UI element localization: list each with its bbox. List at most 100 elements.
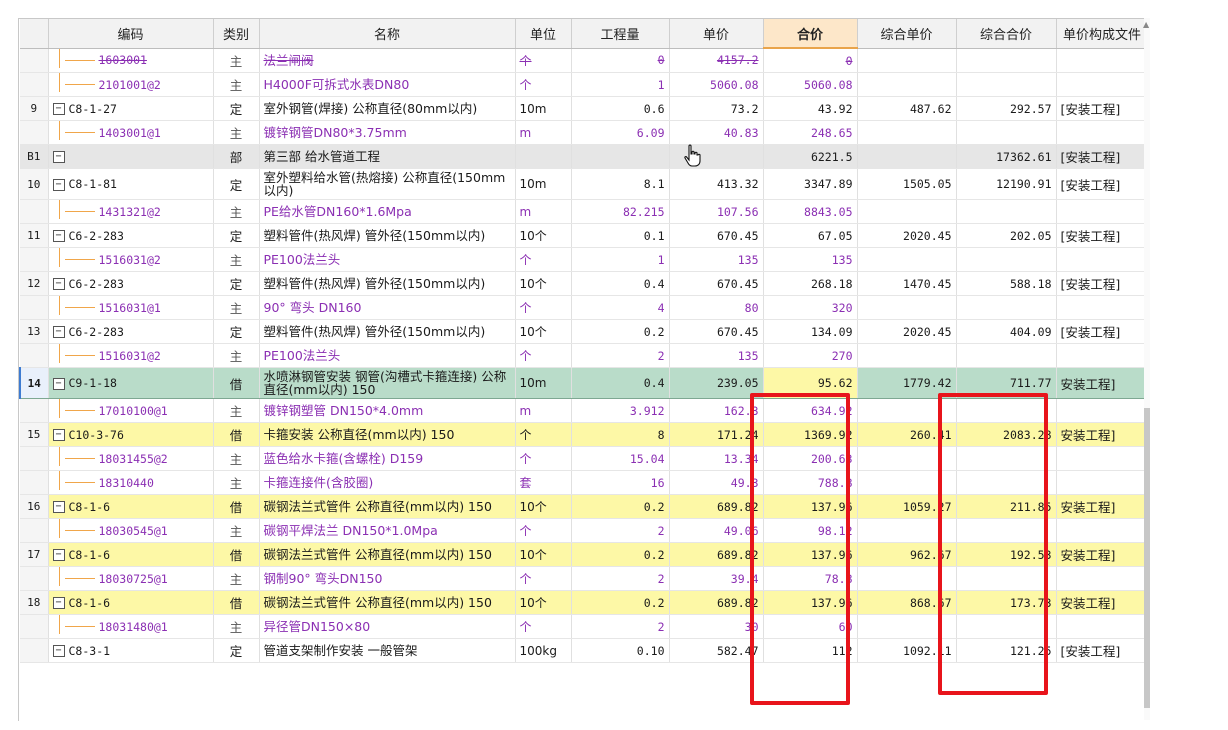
cell-category[interactable]: 主 — [213, 566, 260, 591]
material-row[interactable]: 1516031@2 主 PE100法兰头个 1 135 135 — [20, 247, 1149, 272]
cell-code[interactable]: − C6-2-283 — [48, 223, 214, 248]
cell-rownum[interactable] — [20, 72, 49, 97]
cell-rownum[interactable] — [20, 247, 49, 272]
cell-quantity[interactable]: 15.04 — [571, 446, 670, 471]
cell-unit-price[interactable]: 40.83 — [669, 120, 764, 145]
header-total-price[interactable]: 合价 — [763, 19, 858, 49]
cell-code[interactable]: 1431321@2 — [48, 199, 214, 224]
cell-rownum[interactable]: 9 — [20, 96, 49, 121]
cell-price-file[interactable] — [1056, 120, 1149, 145]
cell-unit[interactable]: 个 — [515, 518, 572, 543]
minus-square-icon[interactable]: − — [52, 549, 65, 561]
cell-composite-unit-price[interactable] — [857, 398, 957, 423]
cell-rownum[interactable] — [20, 295, 49, 320]
cell-composite-total[interactable] — [956, 295, 1057, 320]
cell-category[interactable]: 定 — [213, 223, 260, 248]
cell-composite-unit-price[interactable] — [857, 343, 957, 368]
cell-name[interactable]: 室外钢管(焊接) 公称直径(80mm以内) — [259, 96, 516, 121]
cell-composite-total[interactable]: 173.73 — [956, 590, 1057, 615]
cell-category[interactable]: 主 — [213, 295, 260, 320]
cell-category[interactable]: 主 — [213, 470, 260, 495]
minus-square-icon[interactable]: − — [52, 278, 65, 290]
cell-quantity[interactable]: 2 — [571, 614, 670, 639]
cell-rownum[interactable] — [20, 398, 49, 423]
cell-unit-price[interactable]: 73.2 — [669, 96, 764, 121]
cell-name[interactable]: 镀锌钢塑管 DN150*4.0mm — [259, 398, 516, 423]
cell-composite-unit-price[interactable] — [857, 247, 957, 272]
cell-composite-unit-price[interactable] — [857, 614, 957, 639]
cell-quantity[interactable]: 82.215 — [571, 199, 670, 224]
cell-price-file[interactable]: [安装工程] — [1056, 638, 1149, 663]
cell-composite-unit-price[interactable]: 487.62 — [857, 96, 957, 121]
cell-name[interactable]: 碳钢法兰式管件 公称直径(mm以内) 150 — [259, 542, 516, 567]
cell-category[interactable]: 定 — [213, 638, 260, 663]
cell-composite-unit-price[interactable] — [857, 72, 957, 97]
cell-name[interactable]: 碳钢平焊法兰 DN150*1.0Mpa — [259, 518, 516, 543]
table-row[interactable]: B1− 部第三部 给水管道工程 6221.5 17362.61 [安装工程] — [20, 144, 1149, 169]
material-row[interactable]: 18030725@1 主钢制90° 弯头DN150 个 2 39.4 78.8 — [20, 566, 1149, 591]
cell-unit[interactable]: 10m — [515, 96, 572, 121]
cell-category[interactable]: 定 — [213, 271, 260, 296]
cell-code[interactable]: 18030545@1 — [48, 518, 214, 543]
cell-name[interactable]: PE100法兰头 — [259, 343, 516, 368]
cell-quantity[interactable]: 0.6 — [571, 96, 670, 121]
cell-total-price[interactable]: 3347.89 — [763, 168, 858, 200]
cell-code[interactable]: − C8-1-81 — [48, 168, 214, 200]
cell-rownum[interactable] — [20, 470, 49, 495]
cell-name[interactable]: 卡箍安装 公称直径(mm以内) 150 — [259, 422, 516, 447]
table-row[interactable]: 11− C6-2-283 定塑料管件(热风焊) 管外径(150mm以内) 10个 0.1… — [20, 223, 1149, 248]
cell-code[interactable]: 1516031@2 — [48, 343, 214, 368]
cell-total-price[interactable]: 788.8 — [763, 470, 858, 495]
cell-rownum[interactable] — [20, 638, 49, 663]
cell-name[interactable]: 钢制90° 弯头DN150 — [259, 566, 516, 591]
cell-composite-total[interactable] — [956, 398, 1057, 423]
cell-name[interactable]: 碳钢法兰式管件 公称直径(mm以内) 150 — [259, 494, 516, 519]
cell-unit[interactable]: 个 — [515, 295, 572, 320]
cell-unit[interactable]: 个 — [515, 72, 572, 97]
cell-composite-total[interactable] — [956, 72, 1057, 97]
cell-name[interactable]: H4000F可拆式水表DN80 — [259, 72, 516, 97]
cell-unit[interactable]: 套 — [515, 470, 572, 495]
material-row[interactable]: 1516031@2 主 PE100法兰头个 2 135 270 — [20, 343, 1149, 368]
cell-category[interactable]: 主 — [213, 72, 260, 97]
cell-name[interactable]: 异径管DN150×80 — [259, 614, 516, 639]
cell-quantity[interactable]: 8.1 — [571, 168, 670, 200]
cell-unit[interactable]: 个 — [515, 422, 572, 447]
table-row[interactable]: 12− C6-2-283 定塑料管件(热风焊) 管外径(150mm以内) 10个 0.4… — [20, 271, 1149, 296]
header-quantity[interactable]: 工程量 — [571, 19, 670, 49]
cell-rownum[interactable]: 18 — [20, 590, 49, 615]
cell-unit-price[interactable]: 239.05 — [669, 367, 764, 399]
cell-code[interactable]: 2101001@2 — [48, 72, 214, 97]
cell-price-file[interactable] — [1056, 199, 1149, 224]
cell-price-file[interactable] — [1056, 72, 1149, 97]
cell-unit-price[interactable]: 689.82 — [669, 494, 764, 519]
cell-total-price[interactable]: 67.05 — [763, 223, 858, 248]
cell-category[interactable]: 定 — [213, 319, 260, 344]
cell-name[interactable]: 塑料管件(热风焊) 管外径(150mm以内) — [259, 319, 516, 344]
cell-composite-unit-price[interactable] — [857, 48, 957, 73]
cell-price-file[interactable]: [安装工程] — [1056, 96, 1149, 121]
cell-code[interactable]: − C9-1-18 — [48, 367, 214, 399]
cell-composite-unit-price[interactable]: 260.41 — [857, 422, 957, 447]
cell-composite-total[interactable]: 292.57 — [956, 96, 1057, 121]
cell-quantity[interactable]: 1 — [571, 72, 670, 97]
cell-code[interactable]: − C6-2-283 — [48, 319, 214, 344]
cell-unit[interactable]: 个 — [515, 343, 572, 368]
cell-quantity[interactable]: 0.4 — [571, 367, 670, 399]
cell-name[interactable]: 塑料管件(热风焊) 管外径(150mm以内) — [259, 271, 516, 296]
cell-unit[interactable]: 个 — [515, 614, 572, 639]
cell-category[interactable]: 主 — [213, 247, 260, 272]
cell-unit-price[interactable]: 135 — [669, 247, 764, 272]
cell-rownum[interactable] — [20, 566, 49, 591]
cell-composite-unit-price[interactable] — [857, 144, 957, 169]
cell-rownum[interactable] — [20, 199, 49, 224]
cell-price-file[interactable] — [1056, 470, 1149, 495]
cell-price-file[interactable]: [安装工程] — [1056, 223, 1149, 248]
cell-category[interactable]: 定 — [213, 168, 260, 200]
scrollbar-thumb[interactable] — [1144, 408, 1150, 708]
minus-square-icon[interactable]: − — [52, 103, 65, 115]
cell-quantity[interactable]: 1 — [571, 247, 670, 272]
cell-total-price[interactable]: 268.18 — [763, 271, 858, 296]
table-row[interactable]: 18− C8-1-6 借碳钢法兰式管件 公称直径(mm以内) 150 10个 0.2 68… — [20, 590, 1149, 615]
cell-unit-price[interactable]: 39.4 — [669, 566, 764, 591]
